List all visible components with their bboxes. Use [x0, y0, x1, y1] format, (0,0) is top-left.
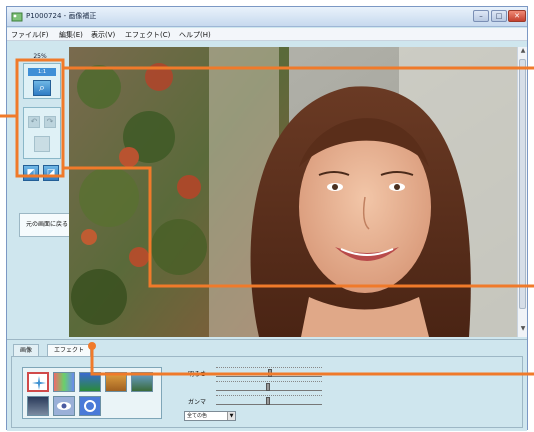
rotate-group: ◩ ◪ [23, 165, 61, 183]
zoom-ratio-button[interactable]: 1:1 [28, 68, 56, 76]
menu-bar: ファイル(F) 編集(E) 表示(V) エフェクト(C) ヘルプ(H) [7, 28, 527, 41]
color-channel-select[interactable]: 全ての色 ▼ [184, 411, 236, 421]
rotate-right-button[interactable]: ◪ [43, 165, 59, 181]
undo-icon: ↶ [30, 117, 38, 126]
title-bar[interactable]: P1000724 - 画像補正 – □ ✕ [7, 7, 527, 27]
rotate-left-icon: ◩ [26, 168, 36, 178]
minimize-button[interactable]: – [473, 10, 489, 22]
contrast-slider[interactable] [216, 381, 322, 391]
menu-effect[interactable]: エフェクト(C) [125, 30, 170, 40]
effect-pane: 明るさ ガンマ 全ての色 ▼ [11, 356, 523, 428]
scroll-down-icon[interactable]: ▼ [518, 325, 528, 335]
scroll-thumb[interactable] [519, 59, 526, 309]
circle-icon [84, 400, 96, 412]
tab-effect[interactable]: エフェクト [47, 344, 92, 356]
rotate-left-button[interactable]: ◩ [23, 165, 39, 181]
eye-icon [57, 402, 71, 410]
effect-thumb-4[interactable] [105, 372, 127, 392]
brightness-slider-thumb[interactable] [268, 369, 272, 377]
effect-thumb-1[interactable] [27, 372, 49, 392]
sparkle-icon [32, 376, 46, 390]
menu-help[interactable]: ヘルプ(H) [179, 30, 211, 40]
window-title: P1000724 - 画像補正 [26, 12, 97, 20]
portrait-photo [69, 47, 517, 337]
brightness-label: 明るさ [188, 371, 207, 378]
redo-button[interactable]: ↷ [44, 116, 56, 128]
scroll-up-icon[interactable]: ▲ [518, 47, 528, 57]
undo-button[interactable]: ↶ [28, 116, 40, 128]
zoom-group: 1:1 ⌕ [23, 63, 61, 99]
brightness-slider[interactable] [216, 367, 322, 377]
search-icon: ⌕ [38, 81, 46, 94]
contrast-slider-thumb[interactable] [266, 383, 270, 391]
adjust-panel: 画像 エフェクト 明るさ ガンマ 全ての色 ▼ [7, 339, 527, 431]
app-window: P1000724 - 画像補正 – □ ✕ ファイル(F) 編集(E) 表示(V… [6, 6, 528, 431]
magnifier-button[interactable]: ⌕ [33, 80, 51, 96]
menu-file[interactable]: ファイル(F) [11, 30, 49, 40]
color-channel-value: 全ての色 [187, 413, 208, 419]
effect-thumb-3[interactable] [79, 372, 101, 392]
rotate-right-icon: ◪ [46, 168, 56, 178]
effect-thumb-5[interactable] [131, 372, 153, 392]
effect-thumb-6[interactable] [27, 396, 49, 416]
effect-thumb-2[interactable] [53, 372, 75, 392]
effect-thumb-8[interactable] [79, 396, 101, 416]
zoom-level: 25% [33, 53, 47, 60]
menu-edit[interactable]: 編集(E) [59, 30, 83, 40]
gamma-slider-thumb[interactable] [266, 397, 270, 405]
maximize-button[interactable]: □ [491, 10, 507, 22]
vertical-scrollbar[interactable]: ▲ ▼ [517, 47, 527, 337]
app-icon [11, 12, 23, 22]
crop-button[interactable] [34, 136, 50, 152]
close-button[interactable]: ✕ [508, 10, 526, 22]
gamma-label: ガンマ [188, 399, 207, 406]
edit-group: ↶ ↷ [23, 107, 61, 159]
tab-image[interactable]: 画像 [13, 344, 40, 356]
tool-panel: 25% 1:1 ⌕ ↶ ↷ ◩ ◪ 元の画面に戻る [13, 45, 75, 335]
menu-view[interactable]: 表示(V) [91, 30, 115, 40]
redo-icon: ↷ [46, 117, 54, 126]
photo-canvas[interactable] [69, 47, 517, 337]
chevron-down-icon: ▼ [227, 412, 235, 420]
effect-thumbnails [22, 367, 162, 419]
restore-original-button[interactable]: 元の画面に戻る [19, 213, 75, 237]
gamma-slider[interactable] [216, 395, 322, 405]
effect-thumb-7[interactable] [53, 396, 75, 416]
